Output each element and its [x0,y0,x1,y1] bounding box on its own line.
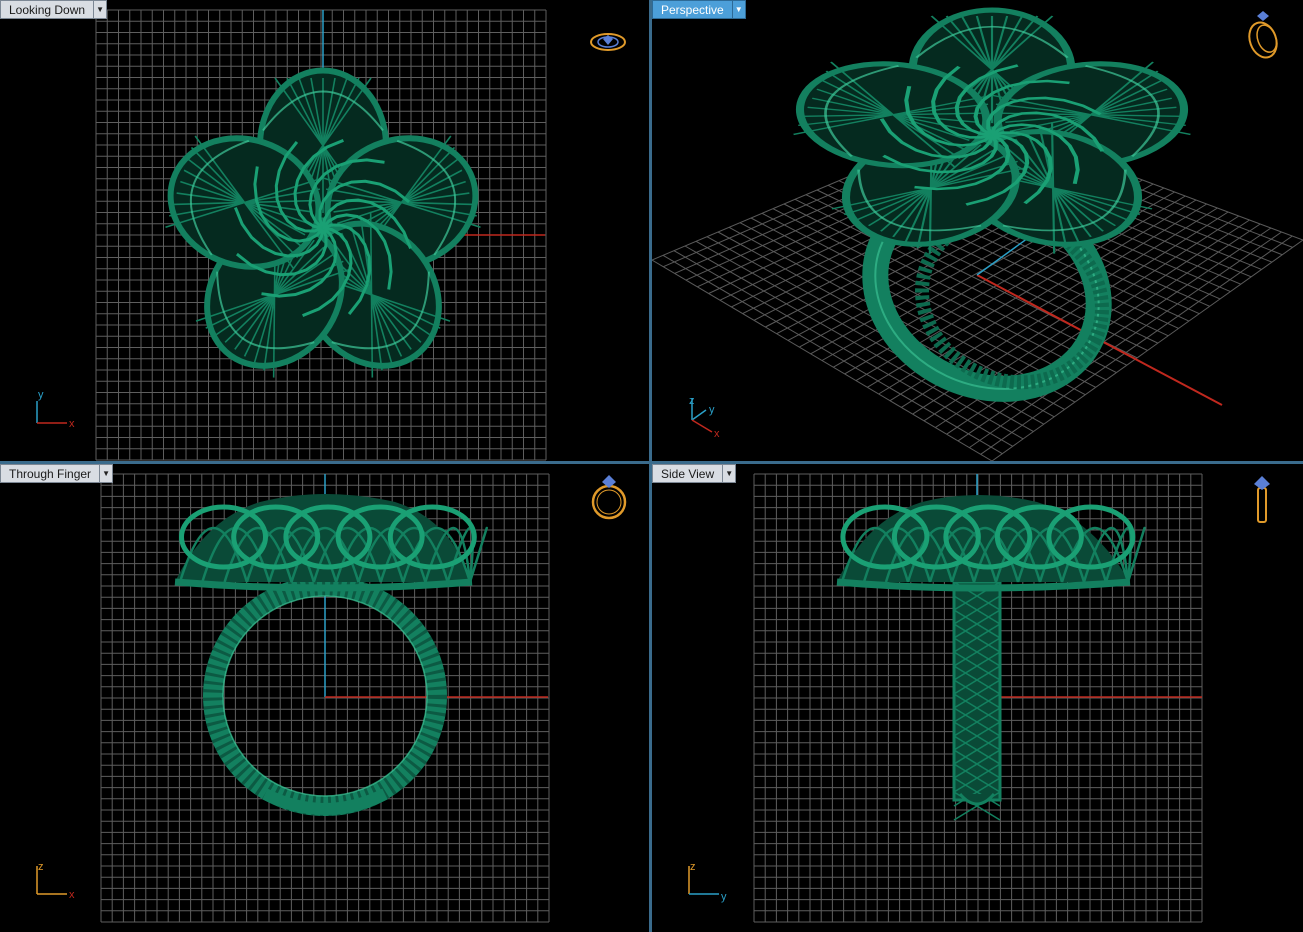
chevron-down-icon[interactable]: ▼ [93,0,108,19]
ring-model-side[interactable] [836,495,1146,821]
scene-canvas[interactable]: y x [0,0,649,461]
axis-label-z: z [689,395,695,407]
ring-top-view-icon[interactable] [590,33,626,51]
axis-triad [36,401,67,424]
viewport-label[interactable]: Side View ▼ [652,464,737,483]
axis-label-x: x [69,889,75,901]
chevron-down-icon[interactable]: ▼ [731,0,746,19]
viewport-label[interactable]: Looking Down ▼ [0,0,108,19]
viewport-through-finger[interactable]: Through Finger ▼ z x [0,464,649,932]
viewport-label[interactable]: Perspective ▼ [652,0,746,19]
viewport-label[interactable]: Through Finger ▼ [0,464,114,483]
ring-side-view-icon[interactable] [1254,476,1270,523]
chevron-down-icon[interactable]: ▼ [722,464,737,483]
scene-canvas[interactable]: z x [0,464,649,932]
ring-perspective-icon[interactable] [1245,11,1282,61]
scene-canvas[interactable]: z y x [652,0,1303,461]
axis-label-y: y [721,891,727,903]
axis-label-z: z [690,861,696,873]
viewport-side-view[interactable]: Side View ▼ z y [652,464,1303,932]
viewport-perspective[interactable]: Perspective ▼ z y x [652,0,1303,461]
axis-label-x: x [714,428,720,440]
axis-label-z: z [38,861,44,873]
axis-label-y: y [709,404,715,416]
ring-model-top[interactable] [154,67,493,393]
viewport-title[interactable]: Side View [652,464,723,483]
chevron-down-icon[interactable]: ▼ [99,464,114,483]
axis-label-x: x [69,418,75,430]
viewport-title[interactable]: Through Finger [0,464,100,483]
viewport-title[interactable]: Perspective [652,0,732,19]
viewport-looking-down[interactable]: Looking Down ▼ y x [0,0,649,461]
scene-canvas[interactable]: z y [652,464,1303,932]
viewport-title[interactable]: Looking Down [0,0,94,19]
ring-model-front[interactable] [174,494,488,816]
ring-front-view-icon[interactable] [591,475,627,520]
axis-label-y: y [38,389,44,401]
